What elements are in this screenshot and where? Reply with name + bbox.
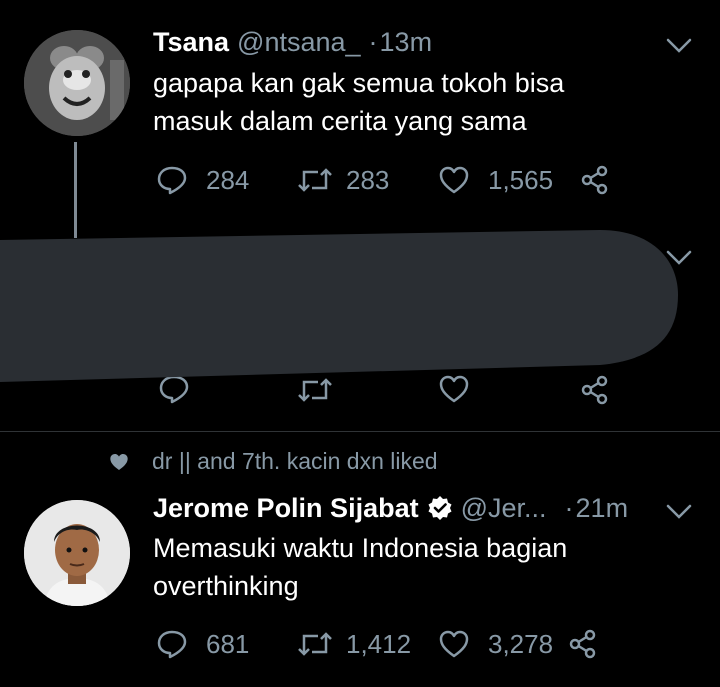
tweet-2[interactable]: dr || and 7th. kacin dxn liked Jerome Po… <box>0 432 720 687</box>
retweet-button[interactable]: 1,412 <box>296 629 438 660</box>
tweet-text: gapapa kan gak semua tokoh bisa masuk da… <box>153 64 693 140</box>
like-button[interactable]: 1,565 <box>438 165 580 196</box>
share-button[interactable] <box>580 165 610 195</box>
like-count: 1,565 <box>488 164 554 195</box>
like-button[interactable]: 3,278 <box>438 629 580 660</box>
retweet-count: 1,412 <box>346 628 412 659</box>
redacted-tweet[interactable] <box>0 230 720 430</box>
timestamp[interactable]: 21m <box>576 493 629 524</box>
tweet-text-line-1: Memasuki waktu Indonesia bagian <box>153 533 568 563</box>
liked-by-text[interactable]: dr || and 7th. kacin dxn liked <box>152 448 438 475</box>
like-icon <box>439 630 469 658</box>
chevron-down-icon[interactable] <box>666 504 692 520</box>
thread-line <box>74 142 77 238</box>
heart-filled-icon <box>110 453 128 470</box>
reply-icon <box>157 166 187 195</box>
tweet-1[interactable]: Tsana @ntsana_ · 13m gapapa kan gak semu… <box>0 0 720 238</box>
display-name[interactable]: Tsana <box>153 27 229 58</box>
verified-badge-icon <box>428 496 452 520</box>
tweet-text: Memasuki waktu Indonesia bagian overthin… <box>153 529 693 605</box>
tweet-text-line-1: gapapa kan gak semua tokoh bisa <box>153 68 565 98</box>
share-icon <box>581 165 608 195</box>
redaction-overlay <box>0 230 678 382</box>
chevron-down-icon[interactable] <box>666 38 692 54</box>
reply-button[interactable]: 681 <box>156 629 296 660</box>
share-button[interactable] <box>568 629 598 659</box>
share-icon <box>569 629 596 659</box>
tweet-text-line-2: overthinking <box>153 571 299 601</box>
tweet-header: Jerome Polin Sijabat @Jer... · 21m <box>153 491 628 525</box>
tweet-actions: 284 283 1,565 <box>156 162 610 198</box>
retweet-icon <box>298 168 332 192</box>
tweet-text-line-2: masuk dalam cerita yang sama <box>153 106 527 136</box>
username[interactable]: @ntsana_ <box>237 27 361 58</box>
tweet-actions: 681 1,412 3,278 <box>156 626 598 662</box>
retweet-button[interactable]: 283 <box>296 165 438 196</box>
reply-count: 681 <box>206 628 250 659</box>
like-count: 3,278 <box>488 628 554 659</box>
avatar-tsana[interactable] <box>24 30 130 136</box>
tweet-header: Tsana @ntsana_ · 13m <box>153 25 432 59</box>
reply-button[interactable]: 284 <box>156 165 296 196</box>
retweet-icon <box>298 632 332 656</box>
social-context: dr || and 7th. kacin dxn liked <box>108 448 438 475</box>
reply-icon <box>157 630 187 659</box>
like-icon <box>439 166 469 194</box>
reply-count: 284 <box>206 164 250 195</box>
retweet-count: 283 <box>346 164 390 195</box>
separator-dot: · <box>368 26 378 57</box>
username[interactable]: @Jer... <box>461 493 547 524</box>
avatar-jerome[interactable] <box>24 500 130 606</box>
display-name[interactable]: Jerome Polin Sijabat <box>153 493 419 524</box>
timestamp[interactable]: 13m <box>380 27 433 58</box>
separator-dot: · <box>564 492 574 523</box>
